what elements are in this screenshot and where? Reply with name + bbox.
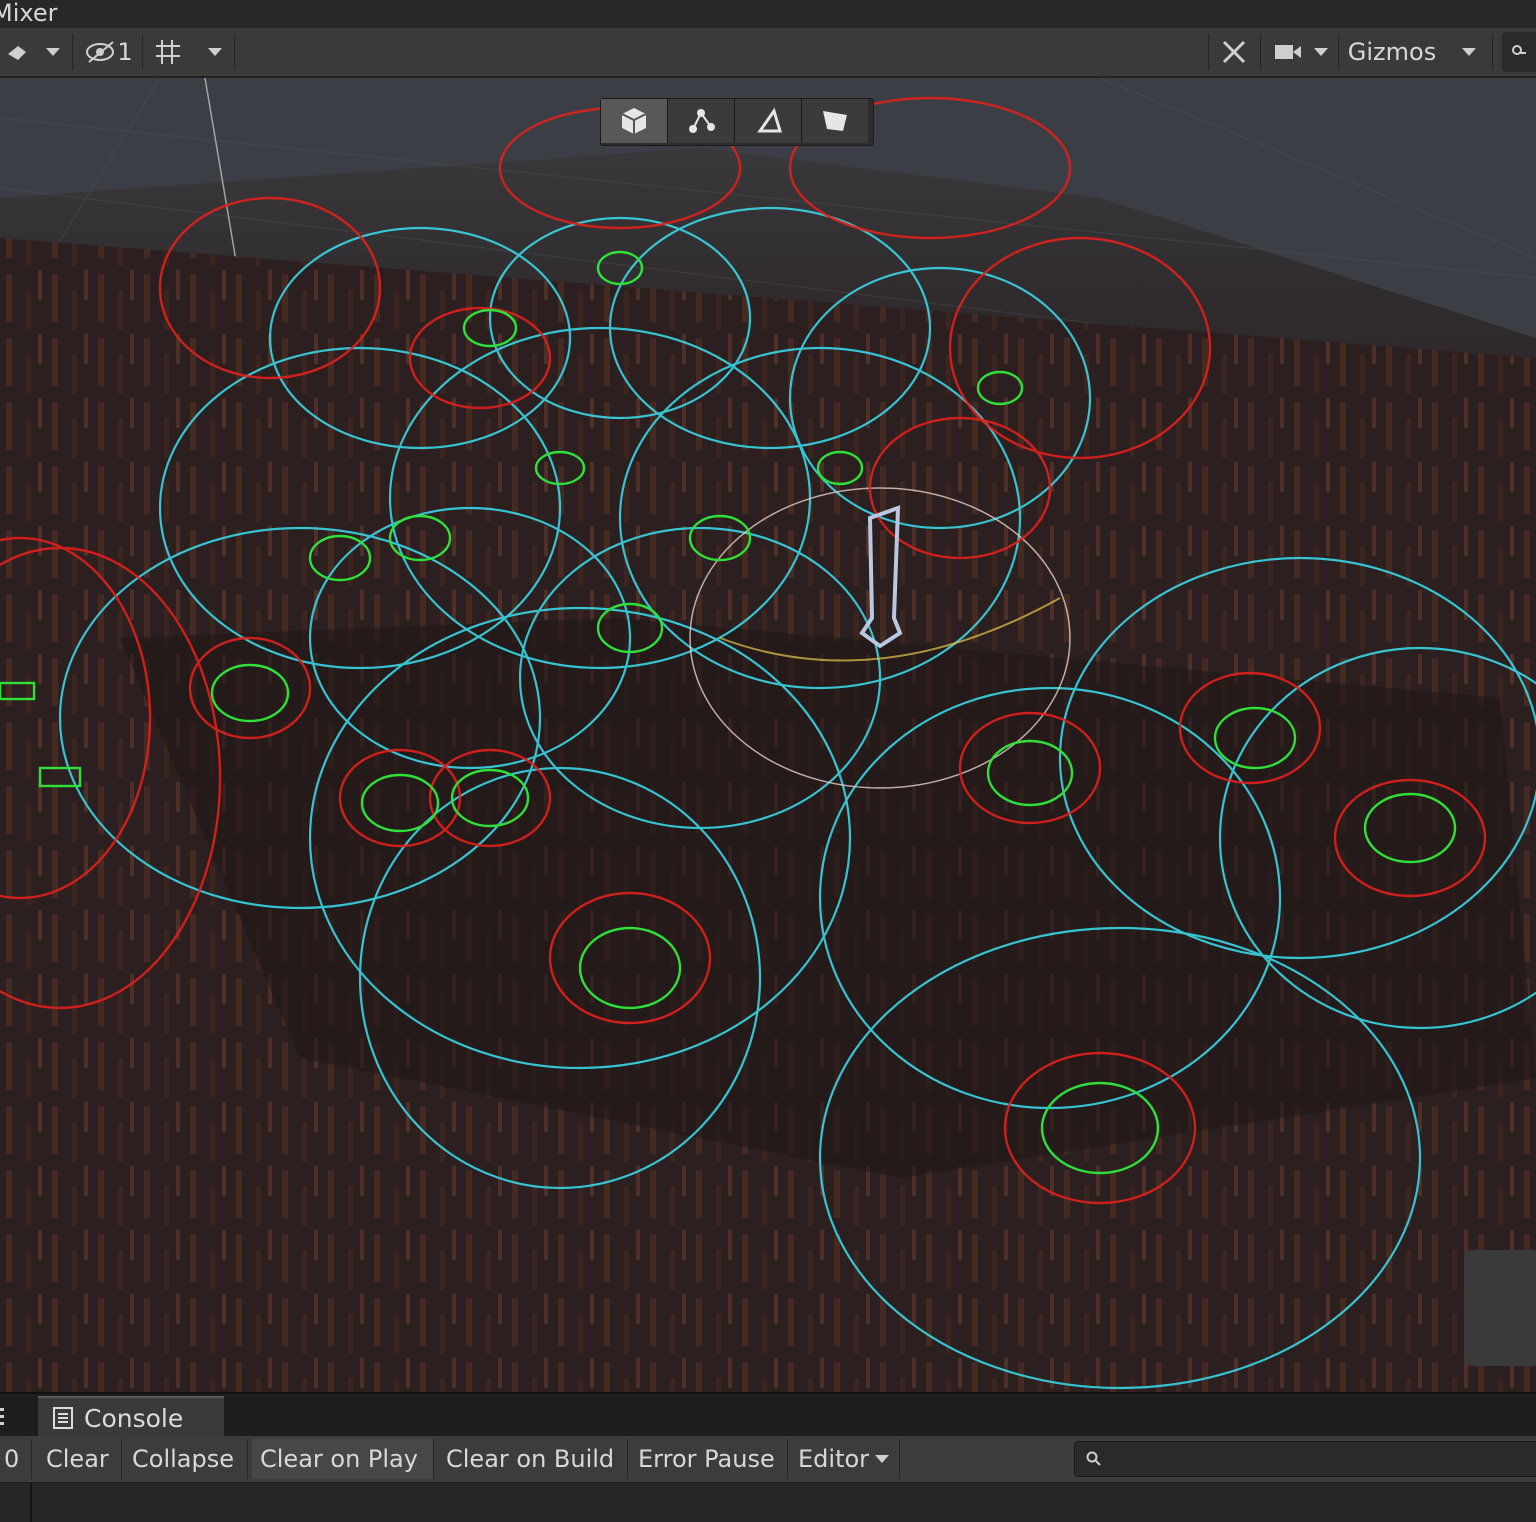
scene-search-field[interactable] [1502, 32, 1536, 72]
scene-camera-button[interactable] [1268, 32, 1308, 72]
node-graph-icon [689, 109, 715, 133]
grid-snapping-toggle[interactable] [148, 32, 188, 72]
toolbar-divider [1492, 34, 1493, 70]
chevron-down-icon [1314, 48, 1328, 56]
tab-menu-icon[interactable] [0, 1406, 6, 1428]
face-tool-button[interactable] [802, 99, 868, 143]
chevron-down-icon [208, 48, 222, 56]
draw-mode-icon[interactable] [0, 32, 36, 72]
console-icon [53, 1407, 73, 1429]
triangle-icon [757, 107, 783, 133]
camera-dropdown[interactable] [1308, 32, 1334, 72]
scene-viewport[interactable] [0, 78, 1536, 1392]
gizmos-dropdown[interactable] [1452, 32, 1486, 72]
gizmos-button[interactable]: Gizmos [1342, 32, 1442, 72]
transform-tool-button[interactable] [601, 99, 668, 143]
chevron-down-icon [46, 48, 60, 56]
hidden-object-count: 1 [117, 38, 133, 66]
console-log-area[interactable] [0, 1483, 1536, 1522]
grid-icon [156, 40, 180, 64]
toolbar-divider [1260, 34, 1261, 70]
window-tab-bar: Mixer [0, 0, 1536, 29]
scene-render [0, 78, 1536, 1392]
camera-icon [1275, 45, 1301, 59]
error-pause-toggle[interactable]: Error Pause [630, 1439, 788, 1479]
console-divider [30, 1483, 32, 1522]
console-tab-bar: Console [0, 1392, 1536, 1438]
tab-console[interactable]: Console [38, 1396, 224, 1438]
face-icon [823, 111, 847, 131]
toolbar-divider [234, 34, 235, 70]
console-toolbar: 0 Clear Collapse Clear on Play Clear on … [0, 1436, 1536, 1483]
toolbar-divider [1338, 34, 1339, 70]
chevron-down-icon [1462, 48, 1476, 56]
draw-mode-dropdown[interactable] [38, 32, 68, 72]
toolbar-divider [1208, 34, 1209, 70]
audio-mixer-tab-title[interactable]: Mixer [0, 0, 57, 27]
console-tab-label: Console [84, 1403, 184, 1433]
collapse-button[interactable]: Collapse [124, 1439, 248, 1479]
grid-dropdown[interactable] [198, 32, 232, 72]
scene-overlay-panel[interactable] [1464, 1250, 1536, 1366]
console-count: 0 [0, 1439, 32, 1479]
search-icon [1086, 1451, 1101, 1466]
tools-icon [1222, 40, 1246, 64]
toolbar-divider [72, 34, 73, 70]
search-icon [1512, 45, 1526, 55]
clear-on-build-toggle[interactable]: Clear on Build [438, 1439, 628, 1479]
edit-collider-tool-button[interactable] [668, 99, 735, 143]
scene-toolbar: 1 Gizmos [0, 28, 1536, 78]
scene-tools-toggle[interactable] [1212, 32, 1256, 72]
clear-on-play-toggle[interactable]: Clear on Play [252, 1439, 434, 1479]
console-search-input[interactable] [1074, 1441, 1536, 1477]
scene-tools-overlay [600, 98, 874, 146]
cube-icon [621, 108, 647, 134]
vertex-tool-button[interactable] [735, 99, 802, 143]
editor-dropdown-label: Editor [798, 1445, 870, 1473]
scene-visibility-toggle[interactable]: 1 [80, 32, 138, 72]
clear-button[interactable]: Clear [38, 1439, 122, 1479]
hidden-eye-icon [86, 41, 115, 63]
editor-dropdown[interactable]: Editor [790, 1439, 900, 1479]
toolbar-divider [142, 34, 143, 70]
chevron-down-icon [875, 1455, 890, 1463]
